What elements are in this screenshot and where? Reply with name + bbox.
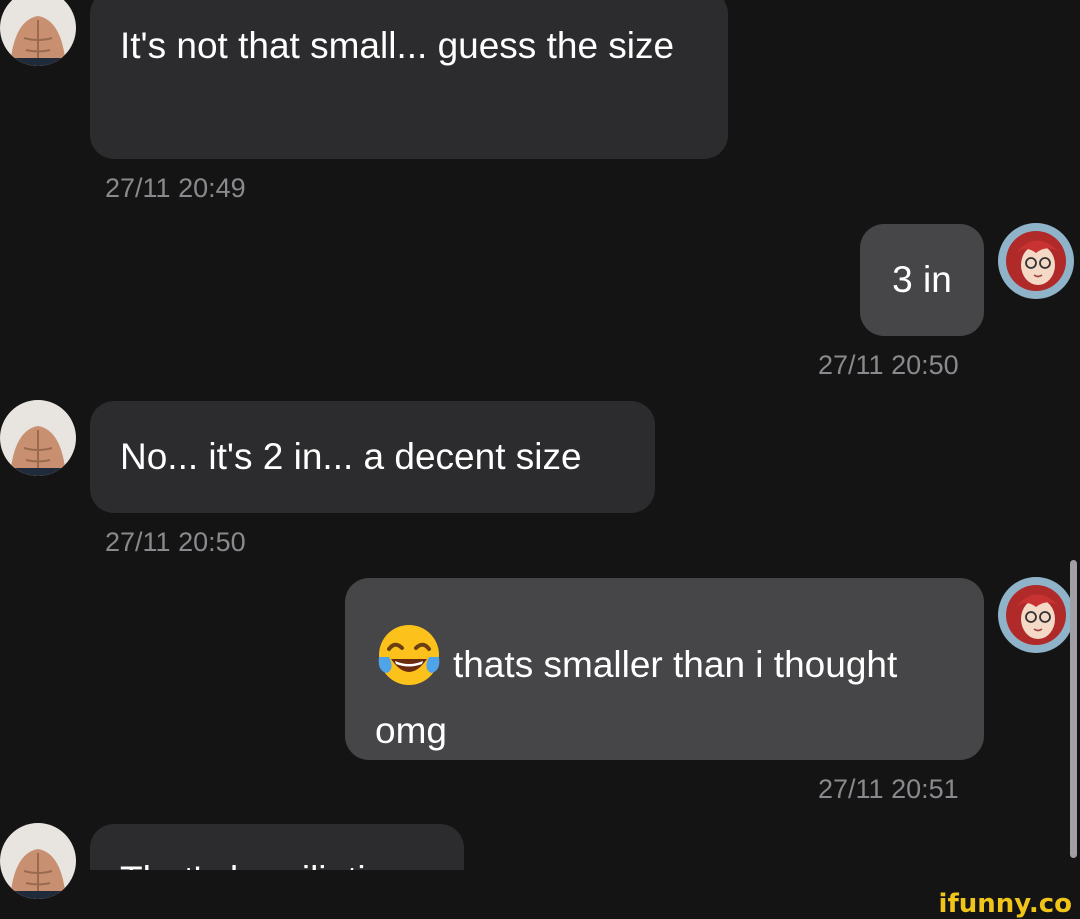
message-bubble[interactable]: 3 in: [860, 224, 984, 336]
anime-girl-avatar-icon: [998, 577, 1074, 653]
torso-avatar-icon: [0, 400, 76, 476]
message-text: That's humiliating: [120, 859, 407, 870]
message-bubble[interactable]: That's humiliating: [90, 824, 464, 870]
message-timestamp: 27/11 20:51: [818, 774, 959, 804]
message-timestamp: 27/11 20:49: [105, 173, 246, 203]
sender-avatar[interactable]: [0, 400, 76, 476]
anime-girl-avatar-icon: [998, 223, 1074, 299]
message-text: thats smaller than i thought omg: [375, 644, 898, 751]
tears-of-joy-emoji-icon: [375, 621, 443, 704]
own-avatar[interactable]: [998, 223, 1074, 299]
message-text: 3 in: [892, 259, 952, 300]
message-timestamp: 27/11 20:50: [105, 527, 246, 557]
torso-avatar-icon: [0, 0, 76, 66]
torso-avatar-icon: [0, 823, 76, 899]
watermark: ifunny.co: [938, 889, 1072, 919]
message-timestamp: 27/11 20:50: [818, 350, 959, 380]
own-avatar[interactable]: [998, 577, 1074, 653]
scrollbar[interactable]: [1070, 560, 1077, 858]
message-bubble[interactable]: It's not that small... guess the size: [90, 0, 728, 159]
message-bubble[interactable]: No... it's 2 in... a decent size: [90, 401, 655, 513]
sender-avatar[interactable]: [0, 823, 76, 899]
sender-avatar[interactable]: [0, 0, 76, 66]
chat-thread[interactable]: It's not that small... guess the size 27…: [0, 0, 1080, 919]
message-text: No... it's 2 in... a decent size: [120, 436, 582, 477]
message-bubble[interactable]: thats smaller than i thought omg: [345, 578, 984, 760]
message-text: It's not that small... guess the size: [120, 25, 675, 66]
